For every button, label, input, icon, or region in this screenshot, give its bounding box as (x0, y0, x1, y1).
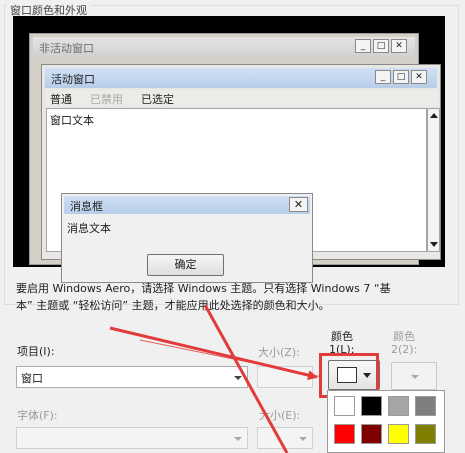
item-label: 项目(I): (17, 345, 55, 358)
window-text: 窗口文本 (50, 114, 94, 127)
aero-notice: 要启用 Windows Aero，请选择 Windows 主题。只有选择 Win… (16, 280, 456, 314)
palette-cell[interactable] (388, 424, 409, 444)
chevron-down-icon (234, 437, 242, 441)
chevron-down-icon (411, 375, 419, 379)
preview-menubar: 普通 已禁用 已选定 (46, 90, 438, 106)
color-palette-dropdown[interactable] (327, 390, 445, 453)
message-box-title: 消息框 (70, 200, 103, 213)
scroll-down-icon[interactable] (430, 242, 438, 247)
inactive-caption-buttons: _ □ ✕ (355, 39, 407, 53)
scroll-up-icon[interactable] (430, 113, 438, 118)
inactive-window-title: 非活动窗口 (39, 42, 94, 55)
palette-cell[interactable] (334, 396, 355, 416)
message-box-titlebar[interactable]: 消息框 ✕ (64, 196, 310, 214)
font-label: 字体(F): (17, 409, 58, 422)
color1-label-line1: 颜色 (331, 330, 353, 343)
close-icon[interactable]: ✕ (289, 197, 308, 212)
palette-cell[interactable] (415, 396, 436, 416)
menu-item-disabled[interactable]: 已禁用 (90, 91, 123, 107)
menu-item-normal[interactable]: 普通 (50, 91, 72, 107)
menu-item-selected[interactable]: 已选定 (141, 91, 174, 107)
size-spinner[interactable] (257, 366, 313, 388)
palette-cell[interactable] (361, 424, 382, 444)
palette-cell[interactable] (415, 424, 436, 444)
close-icon[interactable]: ✕ (411, 70, 427, 84)
maximize-icon[interactable]: □ (373, 39, 389, 53)
inactive-window-titlebar[interactable]: 非活动窗口 _ □ ✕ (33, 37, 415, 57)
vertical-scrollbar[interactable] (427, 108, 440, 252)
active-window-titlebar[interactable]: 活动窗口 _ □ ✕ (45, 68, 437, 88)
size-label: 大小(Z): (258, 346, 300, 359)
font-size-select[interactable] (257, 427, 313, 449)
appearance-preview[interactable]: 非活动窗口 _ □ ✕ 活动窗口 _ □ ✕ 普通 已禁用 已选定 窗口文本 消… (13, 16, 445, 283)
minimize-icon[interactable]: _ (375, 70, 391, 84)
chevron-down-icon (234, 376, 242, 380)
message-box-preview[interactable]: 消息框 ✕ 消息文本 确定 (61, 193, 313, 283)
ok-button[interactable]: 确定 (147, 254, 224, 276)
message-text: 消息文本 (67, 222, 111, 235)
item-select-value: 窗口 (21, 372, 43, 385)
chevron-down-icon (299, 437, 307, 441)
active-window-title: 活动窗口 (51, 73, 95, 86)
aero-notice-line-1: 要启用 Windows Aero，请选择 Windows 主题。只有选择 Win… (16, 282, 391, 295)
color2-label-line1: 颜色 (393, 330, 415, 343)
color2-label-line2: 2(2): (391, 343, 418, 356)
active-caption-buttons: _ □ ✕ (375, 70, 427, 84)
item-select[interactable]: 窗口 (16, 366, 248, 388)
font-size-label: 大小(E): (259, 409, 301, 422)
color2-picker-button[interactable] (391, 362, 437, 390)
aero-notice-line-2: 本” 主题或 “轻松访问” 主题，才能应用此处选择的颜色和大小。 (16, 299, 330, 312)
palette-cell[interactable] (361, 396, 382, 416)
minimize-icon[interactable]: _ (355, 39, 371, 53)
palette-cell[interactable] (388, 396, 409, 416)
maximize-icon[interactable]: □ (393, 70, 409, 84)
close-icon[interactable]: ✕ (391, 39, 407, 53)
palette-cell[interactable] (334, 424, 355, 444)
font-select[interactable] (16, 427, 248, 449)
